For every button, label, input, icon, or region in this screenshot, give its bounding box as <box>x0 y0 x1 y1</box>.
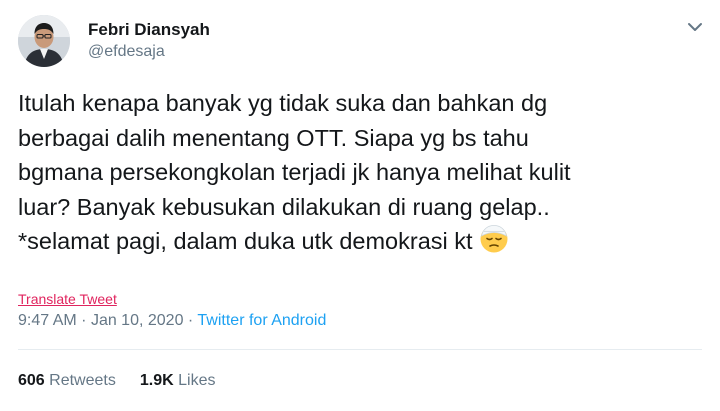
translate-tweet-link[interactable]: Translate Tweet <box>18 291 117 307</box>
divider <box>18 349 702 350</box>
meta-separator: · <box>81 312 87 329</box>
retweets-label: Retweets <box>49 372 116 389</box>
tweet-text-line: bgmana persekongkolan terjadi jk hanya m… <box>18 159 571 185</box>
tweet-source-link[interactable]: Twitter for Android <box>197 312 326 329</box>
meta-separator: · <box>187 312 194 329</box>
face-with-head-bandage-icon <box>479 224 509 254</box>
retweets-stat[interactable]: 606 Retweets <box>18 372 116 390</box>
tweet-text: Itulah kenapa banyak yg tidak suka dan b… <box>18 86 708 259</box>
tweet-stats: 606 Retweets 1.9K Likes <box>18 372 215 390</box>
tweet-metadata: 9:47 AM · Jan 10, 2020 · Twitter for And… <box>18 312 326 330</box>
avatar-image <box>18 15 70 67</box>
likes-label: Likes <box>178 372 216 389</box>
tweet-text-line: *selamat pagi, dalam duka utk demokrasi … <box>18 228 473 254</box>
user-handle[interactable]: @efdesaja <box>88 43 165 61</box>
tweet-text-line: berbagai dalih menentang OTT. Siapa yg b… <box>18 124 529 151</box>
tweet-card: Febri Diansyah @efdesaja Itulah kenapa b… <box>0 0 720 411</box>
retweets-count: 606 <box>18 372 45 389</box>
tweet-text-last-line: *selamat pagi, dalam duka utk demokrasi … <box>18 224 708 259</box>
likes-stat[interactable]: 1.9K Likes <box>140 372 216 390</box>
avatar[interactable] <box>18 15 70 67</box>
display-name[interactable]: Febri Diansyah <box>88 20 210 40</box>
likes-count: 1.9K <box>139 372 174 389</box>
tweet-date[interactable]: Jan 10, 2020 <box>91 312 184 329</box>
tweet-text-line: Itulah kenapa banyak yg tidak suka dan b… <box>18 90 548 116</box>
tweet-time[interactable]: 9:47 AM <box>18 312 77 329</box>
tweet-text-line: luar? Banyak kebusukan dilakukan di ruan… <box>18 193 550 220</box>
more-options-chevron-icon[interactable] <box>684 18 706 36</box>
